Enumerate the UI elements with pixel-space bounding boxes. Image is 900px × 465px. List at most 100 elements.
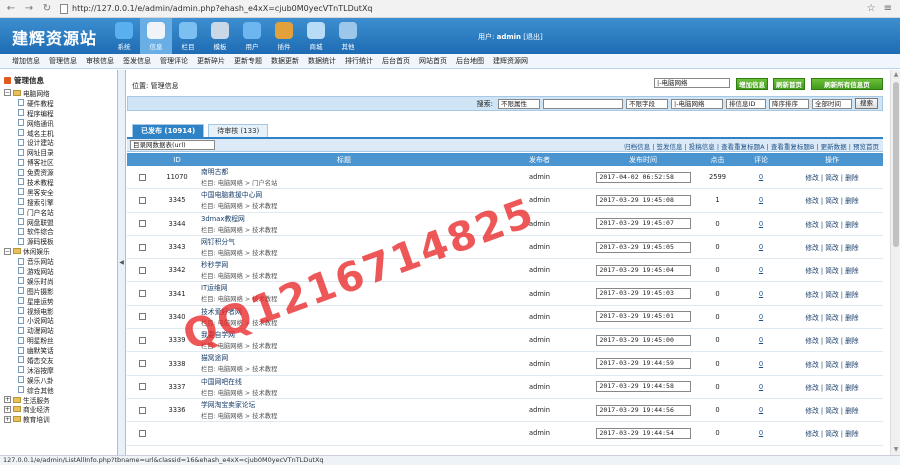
tree-node-label[interactable]: 电脑网络 <box>23 88 50 98</box>
tree-node-label[interactable]: 幽默笑话 <box>27 345 54 355</box>
row-comments-link[interactable]: 0 <box>759 313 763 321</box>
row-ops-links[interactable]: 修改 | 简改 | 删除 <box>805 405 858 415</box>
tree-node[interactable]: 星座运势 <box>0 296 117 306</box>
row-ops-links[interactable]: 修改 | 简改 | 删除 <box>805 359 858 369</box>
tree-node[interactable]: 综合其他 <box>0 385 117 395</box>
row-time-input[interactable]: 2017-03-29 19:45:01 <box>595 311 691 323</box>
time-range-select[interactable]: 全部时间 <box>812 98 852 109</box>
row-comments-link[interactable]: 0 <box>759 360 763 368</box>
row-comments-link[interactable]: 0 <box>759 266 763 274</box>
row-time-input[interactable]: 2017-03-29 19:45:03 <box>595 288 691 300</box>
collapse-icon[interactable]: − <box>4 89 11 97</box>
row-title-link[interactable]: 秒秒学网 <box>201 259 228 269</box>
row-checkbox[interactable] <box>138 266 146 274</box>
menu-item[interactable]: 排行统计 <box>345 56 373 66</box>
tree-node-label[interactable]: 游戏网站 <box>27 266 54 276</box>
row-time-input[interactable]: 2017-03-29 19:45:00 <box>595 334 691 346</box>
sidebar-toggle[interactable]: ◀ <box>118 70 126 455</box>
tree-node-label[interactable]: 网络通讯 <box>27 118 54 128</box>
table-select[interactable]: 目录网数据表(url) <box>130 140 215 150</box>
menu-item[interactable]: 审核信息 <box>86 56 114 66</box>
row-title-link[interactable]: 网钉积分气 <box>201 236 235 246</box>
tree-node[interactable]: 网盘联盟 <box>0 217 117 227</box>
expand-icon[interactable]: + <box>4 396 11 404</box>
tree-node-label[interactable]: 博客社区 <box>27 157 54 167</box>
tree-node[interactable]: 源码模板 <box>0 236 117 246</box>
row-category[interactable]: 栏目: 电脑网络 > 技术教程 <box>201 341 277 350</box>
row-ops-links[interactable]: 修改 | 简改 | 删除 <box>805 335 858 345</box>
tree-node[interactable]: 门户名站 <box>0 207 117 217</box>
tree-node-label[interactable]: 明星粉丝 <box>27 335 54 345</box>
menu-item[interactable]: 数据统计 <box>308 56 336 66</box>
menu-item[interactable]: 签发信息 <box>123 56 151 66</box>
row-ops-links[interactable]: 修改 | 简改 | 删除 <box>805 172 858 182</box>
row-checkbox[interactable] <box>138 196 146 204</box>
url-text[interactable]: http://127.0.0.1/e/admin/admin.php?ehash… <box>72 4 373 13</box>
row-ops-links[interactable]: 修改 | 简改 | 删除 <box>805 219 858 229</box>
row-comments-link[interactable]: 0 <box>759 196 763 204</box>
row-checkbox[interactable] <box>138 360 146 368</box>
tree-node[interactable]: 婚恋交友 <box>0 355 117 365</box>
tree-node[interactable]: 硬件教程 <box>0 98 117 108</box>
row-category[interactable]: 栏目: 电脑网络 > 技术教程 <box>201 364 277 373</box>
top-nav-plugin[interactable]: 插件 <box>268 18 300 54</box>
row-checkbox[interactable] <box>138 429 146 437</box>
top-nav-system[interactable]: 系统 <box>108 18 140 54</box>
menu-item[interactable]: 后台首页 <box>382 56 410 66</box>
address-bar[interactable]: http://127.0.0.1/e/admin/admin.php?ehash… <box>60 2 440 15</box>
menu-item[interactable]: 更新碎片 <box>197 56 225 66</box>
tree-node[interactable]: − 休闲娱乐 <box>0 246 117 256</box>
row-title-link[interactable]: 学网淘宝卖家论坛 <box>201 399 255 409</box>
row-category[interactable]: 栏目: 电脑网络 > 技术教程 <box>201 248 277 257</box>
tree-node-label[interactable]: 设计建站 <box>27 137 54 147</box>
top-nav-template[interactable]: 模板 <box>204 18 236 54</box>
row-time-input[interactable]: 2017-03-29 19:45:07 <box>595 218 691 230</box>
row-ops-links[interactable]: 修改 | 简改 | 删除 <box>805 242 858 252</box>
tree-node-label[interactable]: 生活服务 <box>23 395 50 405</box>
row-title-link[interactable]: IT运维网 <box>201 282 228 292</box>
tree-node-label[interactable]: 娱乐时尚 <box>27 276 54 286</box>
tab-published[interactable]: 已发布 (10914) <box>132 124 205 137</box>
forward-icon[interactable]: → <box>22 2 36 16</box>
tree-node-label[interactable]: 软件综合 <box>27 226 54 236</box>
row-time-input[interactable]: 2017-03-29 19:45:04 <box>595 264 691 276</box>
tree-node-label[interactable]: 动漫网站 <box>27 325 54 335</box>
row-time-input[interactable]: 2017-03-29 19:44:59 <box>595 358 691 370</box>
row-category[interactable]: 栏目: 电脑网络 > 门户名站 <box>201 178 277 187</box>
tree-node-label[interactable]: 视频电影 <box>27 306 54 316</box>
tree-node-label[interactable]: 源码模板 <box>27 236 54 246</box>
search-button[interactable]: 搜索 <box>855 98 878 109</box>
row-comments-link[interactable]: 0 <box>759 173 763 181</box>
tree-node[interactable]: 娱乐八卦 <box>0 375 117 385</box>
tree-node[interactable]: 搜索引擎 <box>0 197 117 207</box>
refresh-all-button[interactable]: 刷新所有信息页 <box>811 78 883 90</box>
tree-node[interactable]: 视频电影 <box>0 306 117 316</box>
refresh-home-button[interactable]: 刷新首页 <box>773 78 805 90</box>
row-checkbox[interactable] <box>138 383 146 391</box>
top-nav-other[interactable]: 其他 <box>332 18 364 54</box>
row-time-input[interactable]: 2017-04-02 06:52:58 <box>595 171 691 183</box>
menu-item[interactable]: 更新专题 <box>234 56 262 66</box>
row-title-link[interactable]: 3dmax教程网 <box>201 213 245 223</box>
action-links[interactable]: 归档信息 | 签发信息 | 投稿信息 | 查看重复标题A | 查看重复标题B |… <box>624 141 879 151</box>
menu-item[interactable]: 数据更新 <box>271 56 299 66</box>
site-logo[interactable]: 建辉资源站 <box>12 25 97 49</box>
tree-node[interactable]: 小说网站 <box>0 315 117 325</box>
row-category[interactable]: 栏目: 电脑网络 > 技术教程 <box>201 318 277 327</box>
header-hits[interactable]: 点击 <box>694 153 741 166</box>
header-time[interactable]: 发布时间 <box>592 153 694 166</box>
tree-node[interactable]: 动漫网站 <box>0 325 117 335</box>
collapse-icon[interactable]: − <box>4 247 11 255</box>
row-time-input[interactable]: 2017-03-29 19:45:05 <box>595 241 691 253</box>
tree-node[interactable]: 图片摄影 <box>0 286 117 296</box>
add-info-button[interactable]: 增加信息 <box>736 78 768 90</box>
location-link[interactable]: 管理信息 <box>151 82 179 90</box>
sort-field-select[interactable]: 排信息ID <box>726 98 766 109</box>
tree-node[interactable]: 技术教程 <box>0 177 117 187</box>
tree-node-label[interactable]: 程序编程 <box>27 108 54 118</box>
top-nav-column[interactable]: 栏目 <box>172 18 204 54</box>
row-category[interactable]: 栏目: 电脑网络 > 技术教程 <box>201 225 277 234</box>
row-ops-links[interactable]: 修改 | 简改 | 删除 <box>805 428 858 438</box>
top-nav-shop[interactable]: 商城 <box>300 18 332 54</box>
row-checkbox[interactable] <box>138 313 146 321</box>
